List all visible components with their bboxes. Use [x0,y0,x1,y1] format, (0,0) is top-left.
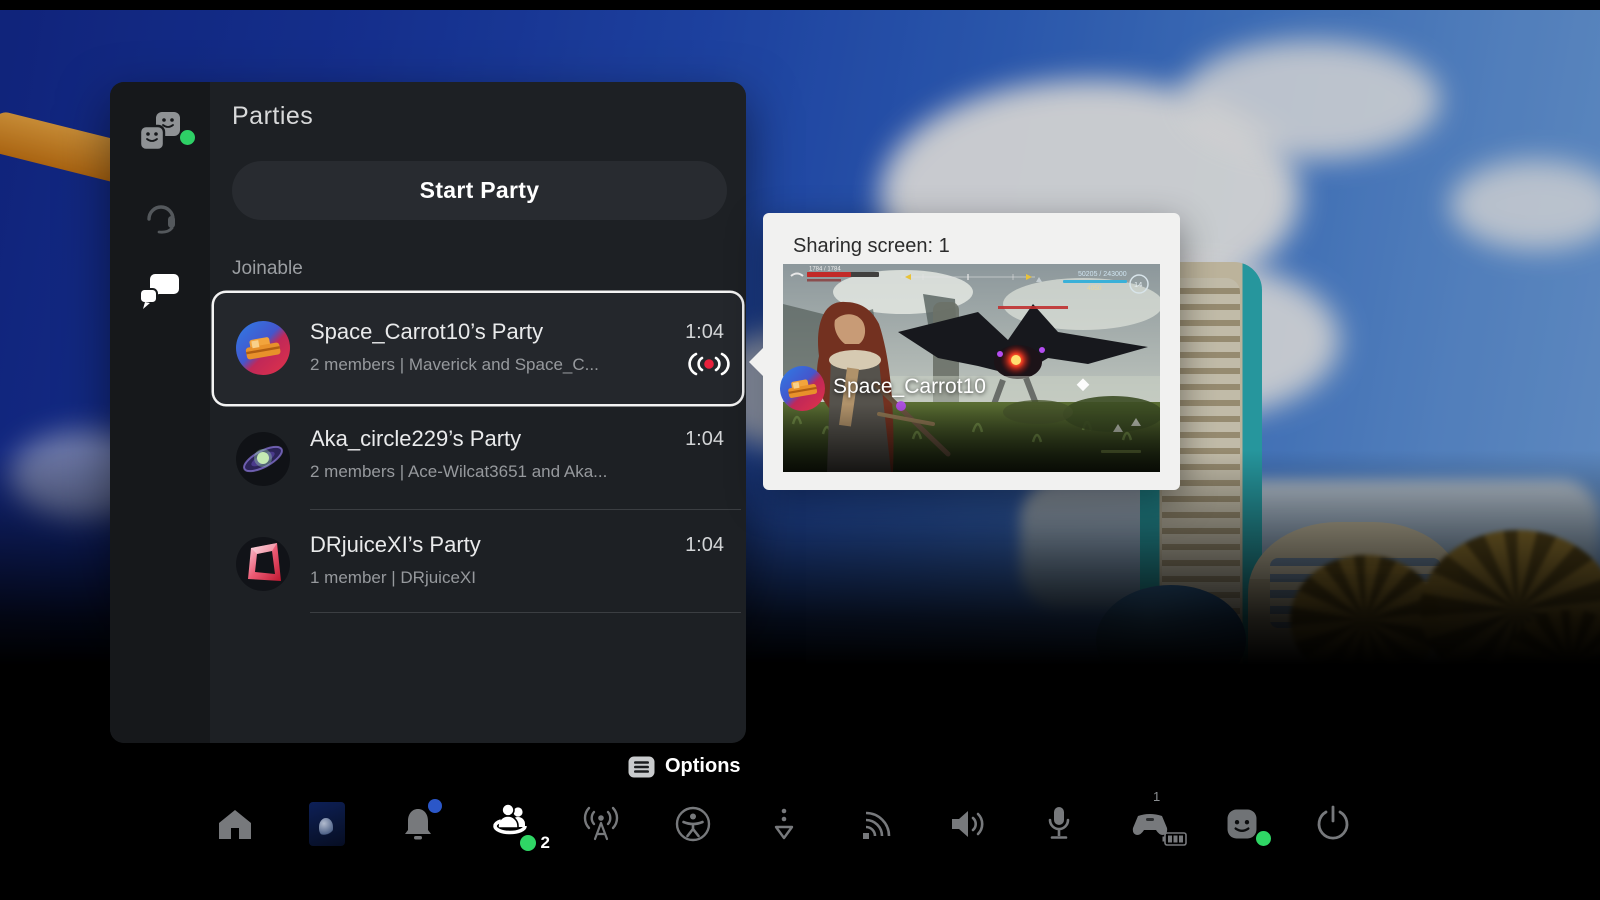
party-name: Space_Carrot10’s Party [310,319,544,344]
sidebar-item-messages[interactable] [110,272,210,312]
sidebar-item-game-base[interactable] [110,109,210,155]
options-button-icon [628,756,655,777]
sharing-screen-popup: Sharing screen: 1 1784 / 1784 50205 / 24… [749,213,1180,490]
controller-number: 1 [1153,789,1161,804]
headset-icon [147,205,175,234]
party-avatar-frame [236,537,290,591]
page-title: Parties [232,102,314,130]
home-icon [219,810,251,839]
panel-sidebar [110,82,210,743]
nav-power[interactable] [1309,795,1357,853]
controller-battery-icon [1162,832,1188,851]
chat-bubbles-icon [139,274,179,309]
party-members: 1 member | DRjuiceXI [310,568,476,587]
nav-home[interactable] [211,795,259,853]
party-name: DRjuiceXI’s Party [310,532,481,557]
party-members: 2 members | Ace-Wilcat3651 and Aka... [310,462,608,481]
options-hint[interactable]: Options [628,755,741,778]
nav-accessibility[interactable] [669,795,717,853]
nav-network[interactable] [852,795,900,853]
nav-broadcast[interactable] [577,795,625,853]
sidebar-item-voice-chat[interactable] [110,192,210,234]
party-row[interactable]: DRjuiceXI’s Party 1 member | DRjuiceXI 1… [214,516,742,612]
shared-screen-preview: 1784 / 1784 50205 / 243000 14 4050 [783,264,1160,472]
nav-downloads[interactable] [760,795,808,853]
party-time: 1:04 [685,534,724,556]
party-row-selected[interactable]: Space_Carrot10’s Party 2 members | Maver… [214,293,742,404]
nav-microphone[interactable] [1035,795,1083,853]
mic-icon [1048,807,1069,839]
party-avatar-car [236,321,290,375]
row-divider [310,612,741,613]
party-row[interactable]: Aka_circle229’s Party 2 members | Ace-Wi… [214,410,742,509]
power-icon [1317,805,1349,840]
volume-icon [952,811,984,837]
nav-controller[interactable]: 1 [1126,789,1187,853]
joinable-section-label: Joinable [232,258,303,279]
row-divider [310,509,741,510]
ps5-control-center: Parties Start Party Joinable Space_Carro… [0,0,1600,900]
game-base-icon [138,112,180,152]
sharing-screen-title: Sharing screen: 1 [793,235,950,257]
party-time: 1:04 [685,428,724,450]
parties-panel: Parties Start Party Joinable Space_Carro… [110,82,746,743]
svg-text:50205 / 243000: 50205 / 243000 [1078,271,1127,278]
party-online-dot [519,835,536,851]
control-center-nav: 2 1 [211,789,1357,853]
online-status-dot [180,130,195,145]
popup-arrow [749,347,764,377]
broadcast-icon [583,806,619,841]
downloads-icon [774,808,794,840]
share-screen-live-icon [688,351,730,377]
nav-party[interactable]: 2 [486,795,550,853]
svg-text:1784 / 1784: 1784 / 1784 [809,267,841,273]
network-signal-icon [862,811,890,839]
options-label: Options [665,755,741,777]
top-letterbox [0,0,1600,10]
accessibility-icon [675,806,710,842]
party-avatar-galaxy [236,432,290,486]
sharer-avatar [780,366,825,411]
nav-volume[interactable] [943,795,991,853]
party-time: 1:04 [685,321,724,343]
profile-online-dot [1255,831,1271,846]
profile-avatar-icon [1227,809,1256,839]
nav-current-game[interactable] [303,795,351,853]
current-game-tile [308,802,345,846]
party-count-badge: 2 [540,833,550,852]
svg-text:14: 14 [1134,280,1142,289]
party-name: Aka_circle229’s Party [310,426,522,451]
notification-dot [428,799,442,813]
svg-text:4050: 4050 [1087,285,1102,292]
party-members: 2 members | Maverick and Space_C... [310,355,599,374]
sharer-name: Space_Carrot10 [833,375,986,398]
nav-profile[interactable] [1218,795,1271,853]
start-party-button[interactable]: Start Party [232,161,727,220]
nav-notifications[interactable] [394,795,442,853]
